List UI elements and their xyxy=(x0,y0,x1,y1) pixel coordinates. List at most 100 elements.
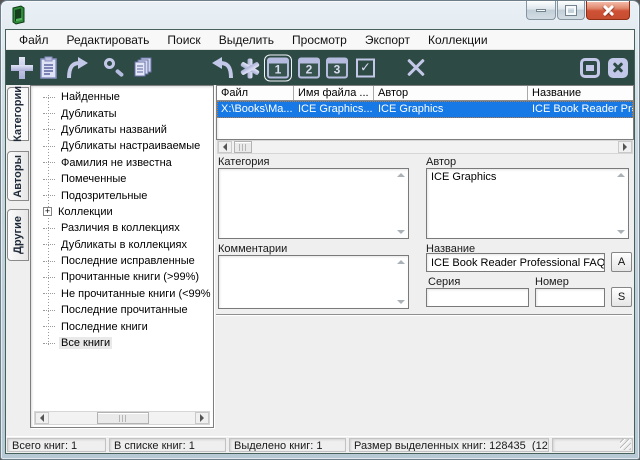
scroll-up-marker[interactable] xyxy=(397,173,405,177)
scroll-left-arrow[interactable] xyxy=(218,141,232,153)
tree-item-label: Подозрительные xyxy=(59,190,149,202)
category-label: Категория xyxy=(218,156,269,168)
redo-button[interactable] xyxy=(65,56,89,80)
comments-field[interactable] xyxy=(218,255,409,309)
scroll-down-marker[interactable] xyxy=(397,300,405,304)
column-title[interactable]: Название xyxy=(528,86,634,100)
delete-button[interactable] xyxy=(404,56,428,80)
menu-bar: Файл Редактировать Поиск Выделить Просмо… xyxy=(6,30,634,50)
minimize-to-tray-button[interactable] xyxy=(580,58,600,78)
delete-x-icon xyxy=(404,56,428,80)
comments-label: Комментарии xyxy=(218,243,287,255)
menu-export[interactable]: Экспорт xyxy=(356,31,419,49)
view-mode-1-button[interactable]: 1 xyxy=(267,57,289,78)
scroll-down-marker[interactable] xyxy=(397,230,405,234)
right-triangle-icon xyxy=(200,414,208,422)
column-filename[interactable]: Имя файла ... xyxy=(294,86,374,100)
tree-item[interactable]: Подозрительные xyxy=(43,187,212,203)
series-tools-button[interactable]: S xyxy=(611,287,632,307)
tree-item[interactable]: Дубликаты в коллекциях xyxy=(43,237,212,253)
tree-item[interactable]: Фамилия не известна xyxy=(43,155,212,171)
view-mode-3-button[interactable]: 3 xyxy=(326,57,348,78)
author-tools-button[interactable]: A xyxy=(611,252,632,272)
status-books-in-list: В списке книг: 1 xyxy=(109,438,226,452)
status-empty-panel xyxy=(552,438,633,452)
app-window: Файл Редактировать Поиск Выделить Просмо… xyxy=(0,0,640,460)
tab-authors[interactable]: Авторы xyxy=(7,151,29,201)
number-field[interactable] xyxy=(535,288,605,307)
close-button[interactable] xyxy=(586,1,630,20)
tree-item[interactable]: Прочитанные книги (>99%) xyxy=(43,269,212,285)
expander-plus-icon[interactable]: + xyxy=(43,207,52,216)
menu-edit[interactable]: Редактировать xyxy=(58,31,159,49)
back-button[interactable] xyxy=(211,56,235,80)
scroll-right-arrow[interactable] xyxy=(195,412,209,424)
resize-grip[interactable] xyxy=(620,439,631,450)
tree-item[interactable]: Последние прочитанные xyxy=(43,302,212,318)
tree-item[interactable]: Дубликаты настраиваемые xyxy=(43,138,212,154)
title-bar[interactable] xyxy=(1,1,639,29)
column-author[interactable]: Автор xyxy=(374,86,528,100)
tree-item[interactable]: Не прочитанные книги (<99% xyxy=(43,286,212,302)
tree-item[interactable]: Помеченные xyxy=(43,171,212,187)
close-library-button[interactable] xyxy=(608,58,628,78)
author-label: Автор xyxy=(426,156,456,168)
tab-others[interactable]: Другие xyxy=(7,209,29,261)
series-field[interactable] xyxy=(426,288,529,307)
check-selection-button[interactable]: ✓ xyxy=(356,58,375,77)
checkbox-icon: ✓ xyxy=(356,58,375,77)
category-tree-panel: Найденные Дубликаты Дубликаты названий Д… xyxy=(30,85,214,428)
title-field[interactable]: ICE Book Reader Professional FAQ F xyxy=(426,253,605,272)
close-x-icon xyxy=(608,58,628,78)
scroll-left-arrow[interactable] xyxy=(35,412,49,424)
tree-item-label: Последние книги xyxy=(59,321,150,333)
tree-item[interactable]: Дубликаты xyxy=(43,105,212,121)
tab-categories[interactable]: Категории xyxy=(7,87,29,141)
table-scroll-thumb[interactable] xyxy=(234,141,252,153)
category-field[interactable] xyxy=(218,168,409,239)
tree-item[interactable]: Последние книги xyxy=(43,318,212,334)
tree-item-label: Прочитанные книги (>99%) xyxy=(59,271,201,283)
menu-file[interactable]: Файл xyxy=(10,31,58,49)
tree-item[interactable]: Различия в коллекциях xyxy=(43,220,212,236)
app-book-icon xyxy=(11,5,26,25)
tree-item[interactable]: Найденные xyxy=(43,89,212,105)
scroll-down-marker[interactable] xyxy=(617,230,625,234)
scroll-up-marker[interactable] xyxy=(617,173,625,177)
author-field[interactable]: ICE Graphics xyxy=(426,168,629,239)
search-button[interactable] xyxy=(102,57,124,79)
copy-pages-button[interactable] xyxy=(130,56,154,80)
tree-scroll-thumb[interactable] xyxy=(97,412,149,424)
add-button[interactable] xyxy=(11,57,33,79)
maximize-button[interactable] xyxy=(557,1,585,20)
menu-view[interactable]: Просмотр xyxy=(283,31,356,49)
paste-button[interactable] xyxy=(38,56,60,80)
scroll-up-marker[interactable] xyxy=(397,260,405,264)
minimize-button[interactable] xyxy=(526,1,556,20)
tree-item[interactable]: Последние исправленные xyxy=(43,253,212,269)
tree-horizontal-scrollbar[interactable] xyxy=(34,411,210,425)
tray-icon xyxy=(580,58,600,78)
scroll-right-arrow[interactable] xyxy=(618,141,632,153)
column-file[interactable]: Файл xyxy=(217,86,294,100)
book-table: Файл Имя файла ... Автор Название X:\Boo… xyxy=(216,85,634,140)
view-mode-2-button[interactable]: 2 xyxy=(298,57,320,78)
tree-item-label: Дубликаты названий xyxy=(59,124,169,136)
table-horizontal-scrollbar[interactable] xyxy=(217,140,633,154)
tree-item-label: Дубликаты xyxy=(59,108,119,120)
tree-item-label: Дубликаты настраиваемые xyxy=(59,140,202,152)
asterisk-icon xyxy=(240,58,260,78)
menu-search[interactable]: Поиск xyxy=(158,31,209,49)
tree-item-label: Помеченные xyxy=(59,173,128,185)
tree-item[interactable]: Дубликаты названий xyxy=(43,122,212,138)
menu-collections[interactable]: Коллекции xyxy=(419,31,497,49)
left-triangle-icon xyxy=(219,143,227,151)
table-row-selected[interactable]: X:\Books\Ma... ICE Graphics... ICE Graph… xyxy=(217,101,633,118)
tree-item-label: Не прочитанные книги (<99% xyxy=(59,288,213,300)
tree-item-all-books[interactable]: Все книги xyxy=(43,335,212,351)
tree-item-label: Дубликаты в коллекциях xyxy=(59,239,189,251)
asterisk-button[interactable] xyxy=(240,58,260,78)
tree-item-collections[interactable]: + Коллекции xyxy=(43,204,212,220)
menu-select[interactable]: Выделить xyxy=(210,31,283,49)
left-triangle-icon xyxy=(36,414,44,422)
